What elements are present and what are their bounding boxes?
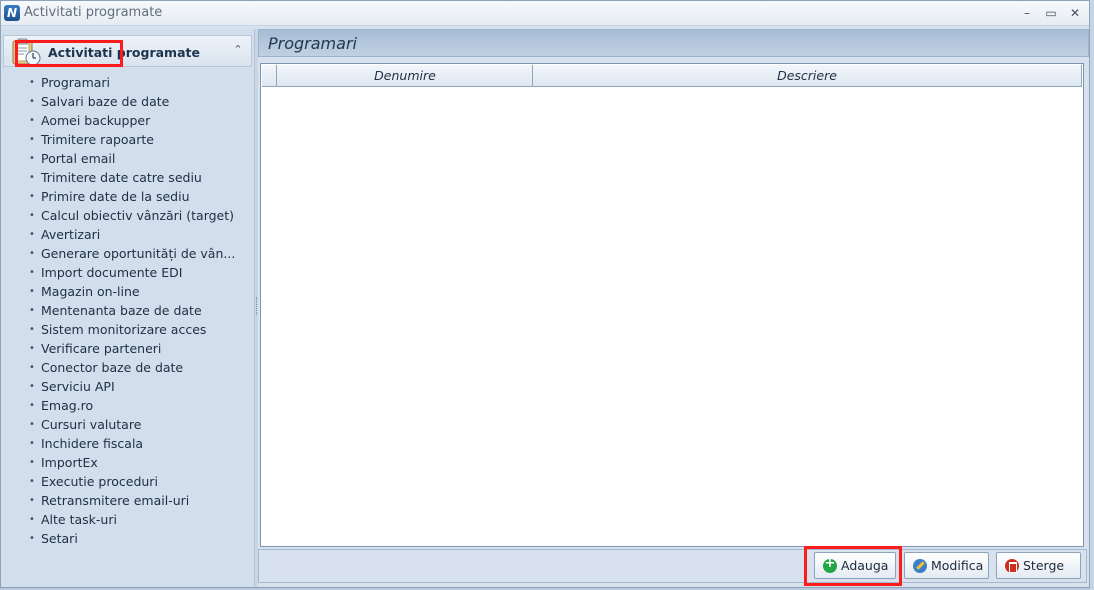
- nav-item-portal-email[interactable]: Portal email: [27, 149, 245, 168]
- window-title: Activitati programate: [24, 5, 163, 20]
- nav-item-trimitere-date-catre-sediu[interactable]: Trimitere date catre sediu: [27, 168, 245, 187]
- navigation-pane: Activitati programate ⌃ Programari Salva…: [1, 29, 255, 587]
- nav-item-mentenanta-baze-de-date[interactable]: Mentenanta baze de date: [27, 301, 245, 320]
- nav-item-alte-task-uri[interactable]: Alte task-uri: [27, 510, 245, 529]
- nav-item-sistem-monitorizare-acces[interactable]: Sistem monitorizare acces: [27, 320, 245, 339]
- nav-item-avertizari[interactable]: Avertizari: [27, 225, 245, 244]
- nav-item-programari[interactable]: Programari: [27, 73, 245, 92]
- nav-item-primire-date-de-la-sediu[interactable]: Primire date de la sediu: [27, 187, 245, 206]
- nav-item-importex[interactable]: ImportEx: [27, 453, 245, 472]
- nav-item-import-documente-edi[interactable]: Import documente EDI: [27, 263, 245, 282]
- main-window: N Activitati programate – ▭ ✕ Activitati…: [0, 0, 1090, 588]
- title-bar[interactable]: N Activitati programate – ▭ ✕: [1, 1, 1089, 26]
- edit-button[interactable]: Modifica: [904, 552, 989, 579]
- nav-item-generare-oportunitati[interactable]: Generare oportunități de vân...: [27, 244, 245, 263]
- delete-button-label: Sterge: [1023, 558, 1065, 573]
- nav-item-verificare-parteneri[interactable]: Verificare parteneri: [27, 339, 245, 358]
- nav-item-list: Programari Salvari baze de date Aomei ba…: [27, 73, 245, 548]
- page-title: Programari: [268, 34, 357, 53]
- highlight-box-programari: [15, 40, 123, 67]
- nav-item-setari[interactable]: Setari: [27, 529, 245, 548]
- pencil-icon: [913, 558, 927, 573]
- maximize-button[interactable]: ▭: [1041, 4, 1061, 22]
- nav-item-calcul-obiectiv-vanzari[interactable]: Calcul obiectiv vânzări (target): [27, 206, 245, 225]
- row-selector-header[interactable]: [262, 65, 277, 86]
- programari-grid[interactable]: Denumire Descriere: [260, 63, 1084, 547]
- grid-header-row: Denumire Descriere: [262, 65, 1082, 87]
- nav-item-trimitere-rapoarte[interactable]: Trimitere rapoarte: [27, 130, 245, 149]
- nav-item-serviciu-api[interactable]: Serviciu API: [27, 377, 245, 396]
- delete-button[interactable]: Sterge: [996, 552, 1081, 579]
- background-window-edge: [1090, 0, 1094, 590]
- edit-button-label: Modifica: [931, 558, 984, 573]
- app-logo-icon: N: [4, 5, 20, 21]
- content-panel: Programari Denumire Descriere Adauga Mod…: [258, 29, 1089, 585]
- nav-item-salvari-baze-de-date[interactable]: Salvari baze de date: [27, 92, 245, 111]
- nav-item-executie-proceduri[interactable]: Executie proceduri: [27, 472, 245, 491]
- nav-item-cursuri-valutare[interactable]: Cursuri valutare: [27, 415, 245, 434]
- nav-item-retransmitere-email-uri[interactable]: Retransmitere email-uri: [27, 491, 245, 510]
- close-button[interactable]: ✕: [1065, 4, 1085, 22]
- column-header-descriere[interactable]: Descriere: [533, 65, 1082, 86]
- nav-item-conector-baze-de-date[interactable]: Conector baze de date: [27, 358, 245, 377]
- column-header-denumire[interactable]: Denumire: [278, 65, 533, 86]
- nav-item-magazin-on-line[interactable]: Magazin on-line: [27, 282, 245, 301]
- content-header: Programari: [258, 29, 1089, 57]
- minimize-button[interactable]: –: [1017, 4, 1037, 22]
- action-bar: Adauga Modifica Sterge: [258, 549, 1087, 583]
- nav-item-aomei-backupper[interactable]: Aomei backupper: [27, 111, 245, 130]
- nav-item-inchidere-fiscala[interactable]: Inchidere fiscala: [27, 434, 245, 453]
- nav-item-emag-ro[interactable]: Emag.ro: [27, 396, 245, 415]
- highlight-box-add-button: [804, 546, 902, 586]
- collapse-chevron-icon[interactable]: ⌃: [231, 42, 245, 58]
- trash-icon: [1005, 558, 1019, 573]
